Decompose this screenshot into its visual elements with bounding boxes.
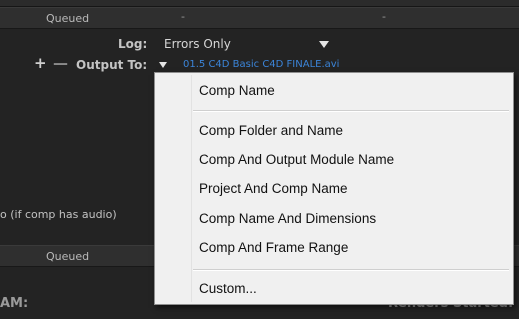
- render-status: Queued: [46, 12, 90, 25]
- menu-item-comp-and-output-module-name[interactable]: Comp And Output Module Name: [156, 148, 512, 172]
- add-output-module-button[interactable]: +: [34, 54, 47, 72]
- output-file-link[interactable]: 01.5 C4D Basic C4D FINALE.avi: [183, 59, 339, 70]
- render-queue-cell: -: [382, 10, 386, 23]
- menu-item-comp-folder-and-name[interactable]: Comp Folder and Name: [156, 119, 512, 143]
- output-to-dropdown-menu: Comp Name Comp Folder and Name Comp And …: [154, 72, 514, 305]
- render-queue-panel: Queued - - Log: Errors Only + — Output T…: [0, 0, 519, 319]
- queue-row[interactable]: Queued - -: [0, 7, 519, 29]
- menu-separator: [193, 269, 509, 271]
- menu-separator: [193, 110, 509, 112]
- menu-item-custom[interactable]: Custom...: [156, 277, 512, 301]
- log-label: Log:: [118, 37, 148, 51]
- menu-item-comp-name[interactable]: Comp Name: [156, 79, 512, 103]
- menu-item-comp-and-frame-range[interactable]: Comp And Frame Range: [156, 236, 512, 260]
- chevron-down-icon[interactable]: [319, 41, 329, 48]
- menu-item-project-and-comp-name[interactable]: Project And Comp Name: [156, 177, 512, 201]
- menu-item-comp-name-and-dimensions[interactable]: Comp Name And Dimensions: [156, 207, 512, 231]
- footer-ram-label: AM:: [0, 296, 29, 311]
- render-status: Queued: [46, 250, 90, 263]
- output-to-dropdown-caret-icon[interactable]: [159, 62, 167, 68]
- remove-output-module-button[interactable]: —: [53, 54, 68, 72]
- log-dropdown[interactable]: Errors Only: [164, 37, 231, 51]
- top-strip: [0, 0, 519, 7]
- audio-setting-text: o (if comp has audio): [0, 208, 117, 221]
- output-to-label: Output To:: [76, 58, 148, 72]
- render-queue-cell: -: [181, 10, 185, 23]
